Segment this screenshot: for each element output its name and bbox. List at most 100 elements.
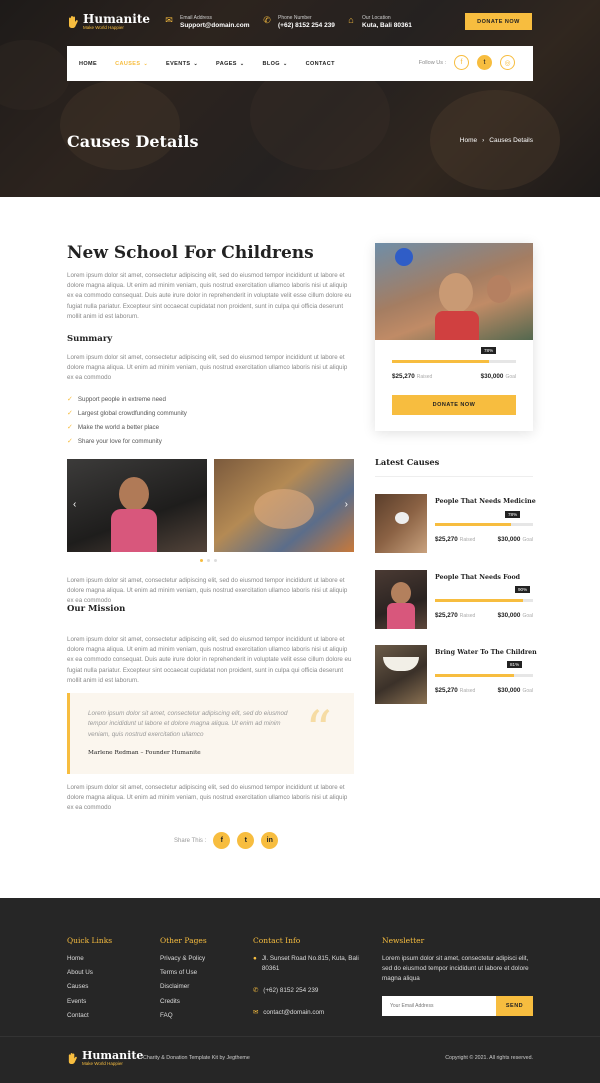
quote-author: Marlene Redman – Founder Humanite	[88, 749, 201, 756]
phone-value[interactable]: (+62) 8152 254 239	[278, 21, 335, 31]
footer-link[interactable]: Causes	[67, 980, 93, 994]
raised-amount: $25,270 Raised	[435, 536, 476, 543]
breadcrumb-home[interactable]: Home	[460, 137, 477, 144]
gallery-image-1	[67, 459, 207, 552]
card-donate-button[interactable]: DONATE NOW	[392, 395, 516, 415]
instagram-icon[interactable]: ◎	[500, 55, 515, 70]
nav-blog[interactable]: BLOG ⌄	[262, 61, 287, 67]
footer-link[interactable]: Events	[67, 995, 93, 1009]
gallery-prev-arrow[interactable]: ‹	[73, 499, 76, 510]
summary-text: Lorem ipsum dolor sit amet, consectetur …	[67, 354, 348, 382]
footer-link[interactable]: Terms of Use	[160, 966, 205, 980]
quote-text: Lorem ipsum dolor sit amet, consectetur …	[88, 710, 288, 738]
footer-link[interactable]: FAQ	[160, 1009, 205, 1023]
facebook-icon[interactable]: f	[213, 832, 231, 849]
nav-causes[interactable]: CAUSES ⌄	[115, 61, 148, 67]
footer-logo[interactable]: Humanite Make World Happier	[67, 1050, 143, 1066]
footer-link[interactable]: Contact	[67, 1009, 93, 1023]
progress-percent: 81%	[507, 661, 523, 668]
footer-link[interactable]: Privacy & Policy	[160, 952, 205, 966]
list-item: ✓ Largest global crowdfunding community	[67, 407, 354, 421]
email-value[interactable]: Support@domain.com	[180, 21, 250, 31]
progress-bar	[435, 674, 533, 677]
list-item: ✓ Share your love for community	[67, 435, 354, 449]
gallery-next-arrow[interactable]: ›	[345, 499, 348, 510]
copyright: Copyright © 2021. All rights reserved.	[445, 1055, 533, 1061]
closing-text: Lorem ipsum dolor sit amet, consectetur …	[67, 784, 348, 812]
facebook-icon[interactable]: f	[454, 55, 469, 70]
page-title: Causes Details	[67, 132, 199, 151]
brand-name: Humanite	[83, 12, 150, 26]
footer-link[interactable]: About Us	[67, 966, 93, 980]
newsletter-send-button[interactable]: SEND	[496, 996, 533, 1016]
brand-name: Humanite	[82, 1049, 144, 1062]
cause-title[interactable]: People That Needs Medicine	[435, 498, 536, 505]
twitter-icon[interactable]: t	[477, 55, 492, 70]
other-pages: Privacy & Policy Terms of Use Disclaimer…	[160, 952, 205, 1023]
newsletter-email-input[interactable]	[382, 996, 496, 1016]
raised-amount: $25,270 Raised	[392, 373, 433, 380]
progress-fill	[392, 360, 489, 363]
summary-heading: Summary	[67, 334, 113, 345]
chevron-down-icon: ⌄	[239, 60, 245, 67]
image-gallery[interactable]: ‹ ›	[67, 459, 354, 552]
breadcrumb: Home › Causes Details	[460, 137, 533, 144]
other-pages-heading: Other Pages	[160, 936, 207, 945]
cause-title: New School For Childrens	[67, 243, 314, 263]
donate-now-button[interactable]: DONATE NOW	[465, 13, 532, 30]
cause-title[interactable]: People That Needs Food	[435, 574, 520, 581]
nav-home[interactable]: HOME	[79, 61, 97, 67]
contact-phone[interactable]: ✆ (+62) 8152 254 239	[253, 986, 318, 996]
chevron-down-icon: ⌄	[143, 60, 149, 67]
latest-cause-item[interactable]: Bring Water To The Children 81% $25,270 R…	[375, 645, 537, 704]
twitter-icon[interactable]: t	[237, 832, 255, 849]
check-icon: ✓	[67, 438, 73, 446]
contact-heading: Contact Info	[253, 936, 301, 945]
latest-cause-item[interactable]: People That Needs Medicine 78% $25,270 Ra…	[375, 494, 536, 553]
blockquote: Lorem ipsum dolor sit amet, consectetur …	[67, 693, 354, 774]
hand-heart-icon	[69, 16, 78, 28]
share-bar: Share This : f t in	[174, 832, 279, 849]
raised-amount: $25,270 Raised	[435, 687, 476, 694]
goal-amount: $30,000 Goal	[480, 373, 516, 380]
progress-percent: 78%	[505, 511, 521, 518]
mail-icon: ✉	[165, 15, 173, 25]
footer-link[interactable]: Home	[67, 952, 93, 966]
phone-icon: ✆	[253, 987, 259, 994]
nav-events[interactable]: EVENTS ⌄	[166, 61, 198, 67]
footer-link[interactable]: Disclaimer	[160, 980, 205, 994]
progress-percent: 90%	[515, 586, 531, 593]
cause-content: New School For Childrens Lorem ipsum dol…	[67, 243, 354, 449]
cause-thumbnail	[375, 645, 427, 704]
list-item: ✓ Support people in extreme need	[67, 393, 354, 407]
cause-title[interactable]: Bring Water To The Children	[435, 649, 537, 656]
hand-heart-icon	[68, 1052, 77, 1064]
goal-amount: $30,000 Goal	[497, 536, 533, 543]
goal-amount: $30,000 Goal	[497, 612, 533, 619]
cause-image	[375, 243, 533, 340]
phone-info: ✆ Phone Number (+62) 8152 254 239	[262, 15, 335, 31]
check-icon: ✓	[67, 409, 73, 417]
chevron-down-icon: ⌄	[282, 60, 288, 67]
progress-bar	[435, 523, 533, 526]
phone-icon: ✆	[263, 15, 271, 25]
contact-email[interactable]: ✉ contact@domain.com	[253, 1008, 324, 1018]
top-bar: Humanite Make World Happier ✉ Email Addr…	[0, 0, 600, 45]
location-info: ⌂ Our Location Kuta, Bali 80361	[346, 15, 412, 31]
newsletter-heading: Newsletter	[382, 936, 425, 945]
logo[interactable]: Humanite Make World Happier	[67, 13, 150, 31]
gallery-dots[interactable]	[200, 559, 217, 562]
progress-bar	[392, 360, 516, 363]
template-credit: Charity & Donation Template Kit by Jegth…	[143, 1055, 250, 1061]
footer-link[interactable]: Credits	[160, 995, 205, 1009]
latest-cause-item[interactable]: People That Needs Food 90% $25,270 Raised…	[375, 570, 533, 629]
follow-label: Follow Us :	[418, 59, 446, 66]
progress-bar	[435, 599, 533, 602]
gallery-image-2	[214, 459, 354, 552]
linkedin-icon[interactable]: in	[261, 832, 279, 849]
chevron-down-icon: ⌄	[193, 60, 199, 67]
nav-contact[interactable]: CONTACT	[306, 61, 335, 67]
progress-fill	[435, 523, 512, 526]
bullet-list: ✓ Support people in extreme need ✓ Largest…	[67, 393, 354, 450]
nav-pages[interactable]: PAGES ⌄	[216, 61, 244, 67]
